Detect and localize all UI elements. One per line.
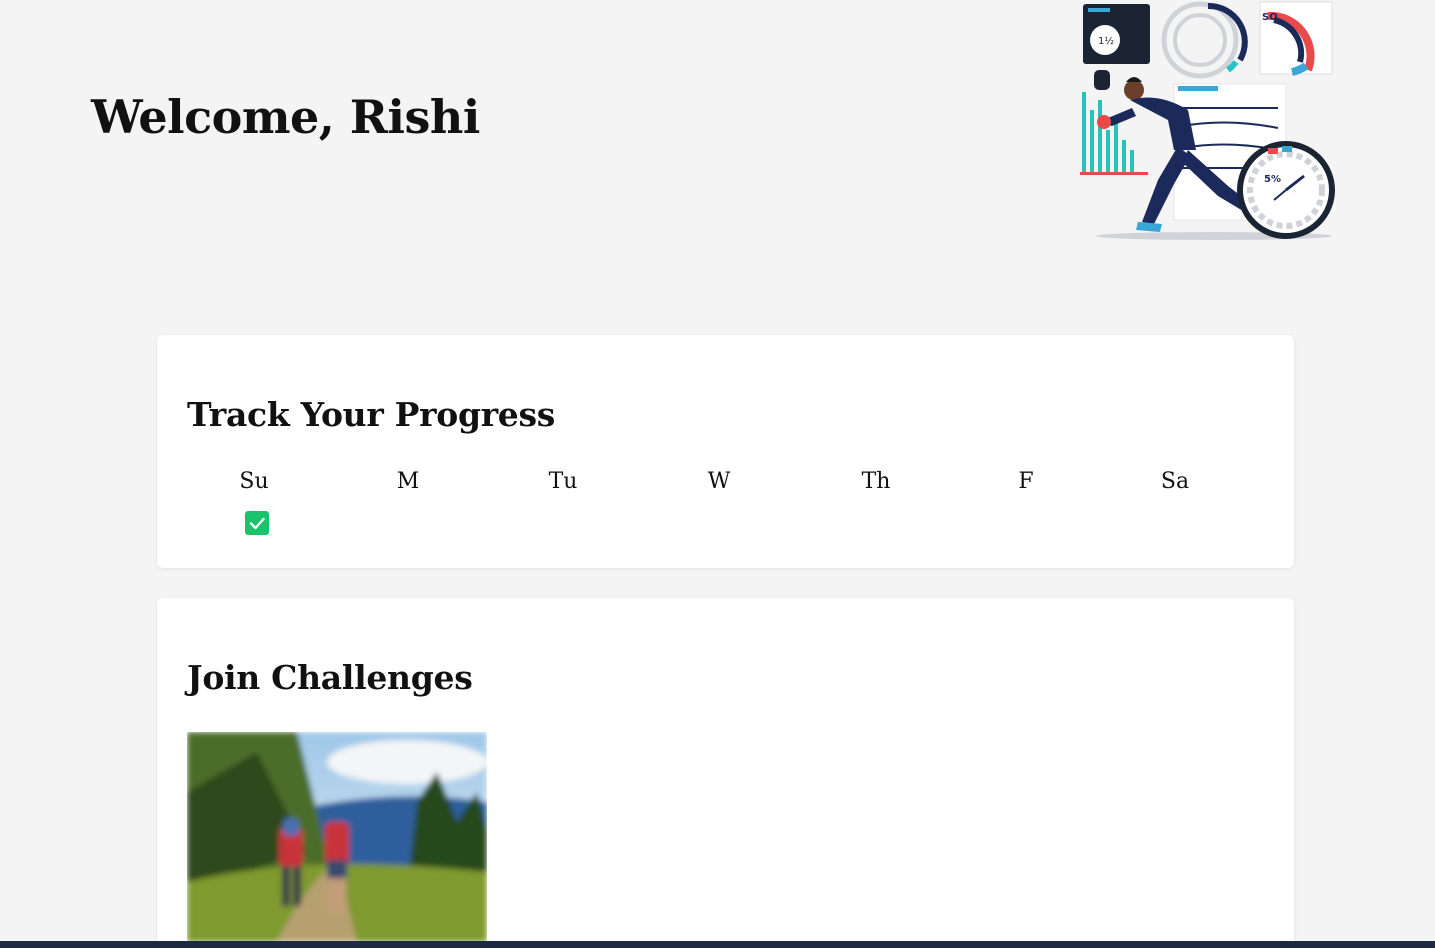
svg-text:5%: 5% [1264,174,1281,185]
svg-text:SO: SO [1262,12,1278,23]
welcome-heading: Welcome, Rishi [91,90,480,144]
day-label-monday: M [396,469,420,494]
day-label-sunday: Su [239,469,269,494]
hikers-trail-image-icon[interactable] [187,732,487,942]
progress-title: Track Your Progress [187,395,556,434]
taskbar [0,941,1435,948]
day-label-tuesday: Tu [548,469,578,494]
day-label-thursday: Th [861,469,891,494]
checkmark-icon [249,517,265,530]
svg-text:1½: 1½ [1098,35,1114,47]
challenges-title: Join Challenges [187,658,473,697]
sunday-checkbox[interactable] [245,511,269,535]
day-label-friday: F [1018,469,1034,494]
progress-card: Track Your Progress Su M Tu W Th F Sa [157,335,1294,568]
day-label-saturday: Sa [1160,469,1190,494]
fitness-runner-illustration-icon: 1½ SO 5% [1078,0,1338,244]
challenges-card: Join Challenges [157,598,1294,948]
day-label-wednesday: W [707,469,731,494]
